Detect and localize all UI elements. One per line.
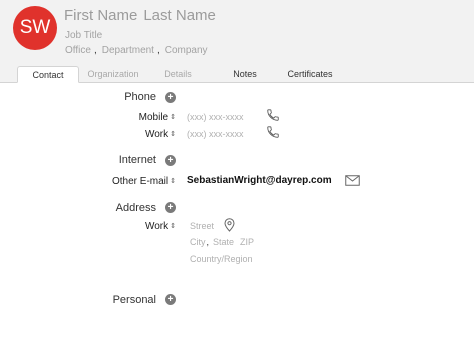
- mobile-phone-input[interactable]: (xxx) xxx-xxxx: [187, 112, 244, 122]
- tab-certificates[interactable]: Certificates: [278, 66, 342, 83]
- chevron-updown-icon: ⇕: [170, 178, 176, 185]
- tab-contact[interactable]: Contact: [17, 66, 79, 83]
- phone-type-label: Work: [144, 129, 169, 140]
- mobile-type-select[interactable]: Mobile ⇕: [100, 112, 176, 123]
- organization-row: Office, Department, Company: [65, 45, 208, 56]
- email-input[interactable]: SebastianWright@dayrep.com: [187, 175, 332, 186]
- office-field[interactable]: Office: [65, 45, 91, 56]
- tab-details[interactable]: Details: [152, 66, 204, 83]
- phone-section-label: Phone: [124, 91, 156, 103]
- mail-icon[interactable]: [345, 175, 360, 186]
- tab-organization[interactable]: Organization: [82, 66, 144, 83]
- separator: ,: [156, 45, 160, 56]
- last-name-field[interactable]: Last Name: [143, 7, 216, 24]
- street-input[interactable]: Street: [190, 221, 214, 231]
- address-type-label: Work: [144, 221, 169, 232]
- internet-section-label: Internet: [118, 154, 156, 166]
- phone-icon[interactable]: [266, 108, 280, 122]
- location-pin-icon[interactable]: [224, 218, 235, 232]
- work-phone-input[interactable]: (xxx) xxx-xxxx: [187, 129, 244, 139]
- address-type-select[interactable]: Work ⇕: [100, 221, 176, 232]
- job-title-field[interactable]: Job Title: [65, 30, 102, 41]
- country-input[interactable]: Country/Region: [190, 254, 253, 264]
- tab-notes[interactable]: Notes: [222, 66, 268, 83]
- department-field[interactable]: Department: [102, 45, 154, 56]
- add-internet-icon[interactable]: +: [165, 155, 176, 166]
- add-personal-icon[interactable]: +: [165, 294, 176, 305]
- name-row: First Name Last Name: [64, 7, 216, 24]
- zip-input[interactable]: ZIP: [240, 237, 254, 247]
- avatar[interactable]: SW: [13, 6, 57, 50]
- email-type-label: Other E-mail: [112, 176, 169, 187]
- chevron-updown-icon: ⇕: [170, 131, 176, 138]
- city-state-zip-row: City, State ZIP: [190, 237, 254, 247]
- email-type-select[interactable]: Other E-mail ⇕: [100, 176, 176, 187]
- separator: ,: [93, 45, 97, 56]
- work-phone-type-select[interactable]: Work ⇕: [100, 129, 176, 140]
- personal-section-label: Personal: [112, 294, 156, 306]
- tab-bar: Contact Organization Details Notes Certi…: [0, 66, 474, 83]
- chevron-updown-icon: ⇕: [170, 223, 176, 230]
- phone-icon[interactable]: [266, 125, 280, 139]
- first-name-field[interactable]: First Name: [64, 7, 137, 24]
- separator: ,: [206, 237, 210, 247]
- phone-type-label: Mobile: [138, 112, 169, 123]
- city-input[interactable]: City: [190, 237, 206, 247]
- address-section-label: Address: [115, 202, 156, 214]
- company-field[interactable]: Company: [165, 45, 208, 56]
- add-phone-icon[interactable]: +: [165, 92, 176, 103]
- state-input[interactable]: State: [213, 237, 234, 247]
- chevron-updown-icon: ⇕: [170, 114, 176, 121]
- add-address-icon[interactable]: +: [165, 202, 176, 213]
